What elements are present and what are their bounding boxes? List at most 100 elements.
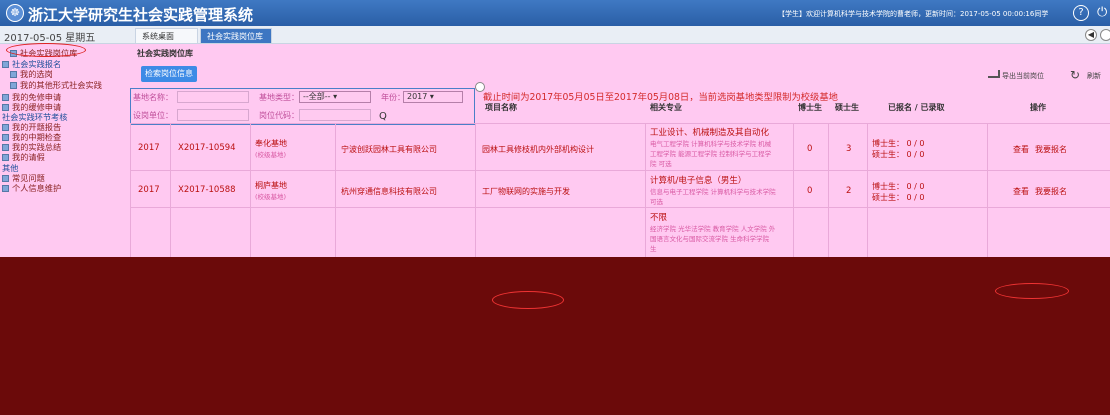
cell-project: 园林工具修枝机内外部机构设计 [482, 145, 594, 154]
menu-item-icon [10, 82, 17, 89]
menu-item-icon [2, 124, 9, 131]
logout-icon[interactable]: ⏻ [1097, 5, 1107, 20]
menu-item-icon [2, 94, 9, 101]
cell-major-colleges: 国语言文化与国际交流学院 生命科学学院 [650, 235, 770, 243]
help-icon[interactable]: ? [1073, 5, 1089, 21]
col-header-master: 硕士生 [835, 103, 859, 112]
cell-major-colleges: 可选 [650, 198, 663, 206]
col-header-applied: 已报名 / 已录取 [888, 103, 945, 112]
year-select[interactable]: 2017 ▾ [403, 91, 463, 103]
cell-unit: 宁波创跃园林工具有限公司 [341, 145, 437, 154]
cell-major-colleges: 生 [650, 245, 657, 253]
search-positions-button[interactable]: 检索岗位信息 [141, 66, 197, 82]
col-divider [828, 123, 829, 257]
cell-master-applied: 硕士生： 0 / 0 [872, 193, 925, 202]
col-header-phd: 博士生 [798, 103, 822, 112]
welcome-text: 【学生】欢迎计算机科学与技术学院的曹老师，更新时间：2017-05-05 00:… [778, 10, 1049, 18]
cell-phd-applied: 博士生： 0 / 0 [872, 182, 925, 191]
base-name-input[interactable] [177, 91, 249, 103]
col-divider [987, 123, 988, 257]
col-divider [867, 123, 868, 257]
annotation-oval [492, 291, 564, 309]
cell-master: 3 [846, 144, 852, 154]
page-title: 社会实践岗位库 [137, 49, 193, 58]
system-title: 浙江大学研究生社会实践管理系统 [28, 6, 254, 24]
col-divider [645, 123, 646, 257]
tab-desktop[interactable]: 系统桌面 [135, 28, 198, 43]
sidebar-item-profile[interactable]: 个人信息维护 [2, 182, 61, 194]
menu-item-icon [2, 154, 9, 161]
main-panel: 社会实践岗位库 检索岗位信息 导出当前岗位 ↻ 刷新 基地名称： 基地类型： -… [130, 44, 1110, 257]
cell-master-applied: 硕士生： 0 / 0 [872, 150, 925, 159]
cell-base: 奉化基地 [255, 139, 287, 148]
cell-major-colleges: 院 可选 [650, 160, 672, 168]
menu-item-icon [2, 185, 9, 192]
year-label: 年份： [381, 93, 405, 102]
search-icon[interactable]: Q [379, 111, 387, 122]
apply-link[interactable]: 我要报名 [1035, 186, 1067, 197]
deadline-notice: 截止时间为2017年05月05日至2017年05月08日，当前选岗基地类型限制为… [483, 92, 838, 103]
col-header-op: 操作 [1030, 103, 1046, 112]
code-label: 岗位代码： [259, 111, 299, 120]
cell-code: X2017-10588 [178, 185, 236, 195]
chevron-left-icon[interactable]: ◀ [1085, 29, 1097, 41]
cell-major: 工业设计、机械制造及其自动化 [650, 128, 770, 138]
unit-label: 设岗单位： [133, 111, 173, 120]
cell-base-level: (校级基地) [255, 151, 287, 159]
cell-major: 不限 [650, 213, 668, 223]
export-button[interactable]: 导出当前岗位 [988, 70, 1044, 81]
annotation-oval [995, 283, 1069, 299]
chevron-right-icon[interactable] [1100, 29, 1110, 41]
base-type-label: 基地类型： [259, 93, 299, 102]
cell-project: 工厂物联网的实施与开发 [482, 187, 570, 196]
sidebar-item-other-practice[interactable]: 我的其他形式社会实践 [10, 79, 102, 91]
tab-position-library[interactable]: 社会实践岗位库✖ [200, 28, 272, 56]
export-icon [988, 70, 1000, 78]
refresh-button[interactable]: 刷新 [1087, 71, 1101, 81]
sidebar: 社会实践岗位库 社会实践报名 我的选岗 我的其他形式社会实践 我的免修申请 我的… [0, 44, 130, 257]
app-header: ☸ 浙江大学研究生社会实践管理系统 【学生】欢迎计算机科学与技术学院的曹老师，更… [0, 0, 1110, 26]
cell-major-colleges: 电气工程学院 计算机科学与技术学院 机械 [650, 140, 772, 148]
cell-major-colleges: 经济学院 光华法学院 教育学院 人文学院 外 [650, 225, 776, 233]
menu-item-icon [2, 134, 9, 141]
row-divider [130, 123, 1110, 124]
cell-major: 计算机/电子信息（男生） [650, 176, 747, 186]
code-input[interactable] [299, 109, 371, 121]
menu-item-icon [2, 104, 9, 111]
base-name-label: 基地名称： [133, 93, 173, 102]
view-link[interactable]: 查看 [1013, 144, 1029, 155]
overlay-area [0, 257, 1110, 415]
cell-base: 桐庐基地 [255, 181, 287, 190]
col-header-project: 项目名称 [485, 103, 517, 112]
cell-major-colleges: 工程学院 能源工程学院 控制科学与工程学 [650, 150, 772, 158]
col-divider [130, 123, 131, 257]
view-link[interactable]: 查看 [1013, 186, 1029, 197]
row-divider [130, 170, 1110, 171]
cell-phd-applied: 博士生： 0 / 0 [872, 139, 925, 148]
cell-unit: 杭州穿通信息科技有限公司 [341, 187, 437, 196]
unit-input[interactable] [177, 109, 249, 121]
tab-label: 社会实践岗位库 [207, 32, 263, 41]
cell-phd: 0 [807, 144, 813, 154]
cell-year: 2017 [138, 143, 160, 153]
col-divider [250, 123, 251, 257]
base-type-select[interactable]: --全部-- ▾ [299, 91, 371, 103]
menu-item-icon [2, 144, 9, 151]
cell-code: X2017-10594 [178, 143, 236, 153]
row-divider [130, 207, 1110, 208]
tab-label: 系统桌面 [142, 32, 174, 41]
menu-item-icon [2, 175, 9, 182]
apply-link[interactable]: 我要报名 [1035, 144, 1067, 155]
cell-year: 2017 [138, 185, 160, 195]
cell-phd: 0 [807, 186, 813, 196]
current-date: 2017-05-05 星期五 [4, 33, 96, 44]
col-divider [170, 123, 171, 257]
refresh-icon[interactable]: ↻ [1070, 68, 1080, 82]
filter-panel: 基地名称： 基地类型： --全部-- ▾ 年份： 2017 ▾ 设岗单位： 岗位… [130, 88, 475, 125]
col-header-major: 相关专业 [650, 103, 682, 112]
col-divider [475, 123, 476, 257]
col-divider [335, 123, 336, 257]
tab-bar: 2017-05-05 星期五 系统桌面 社会实践岗位库✖ ◀ [0, 26, 1110, 56]
university-logo-icon: ☸ [6, 4, 24, 22]
folder-icon [2, 61, 9, 68]
